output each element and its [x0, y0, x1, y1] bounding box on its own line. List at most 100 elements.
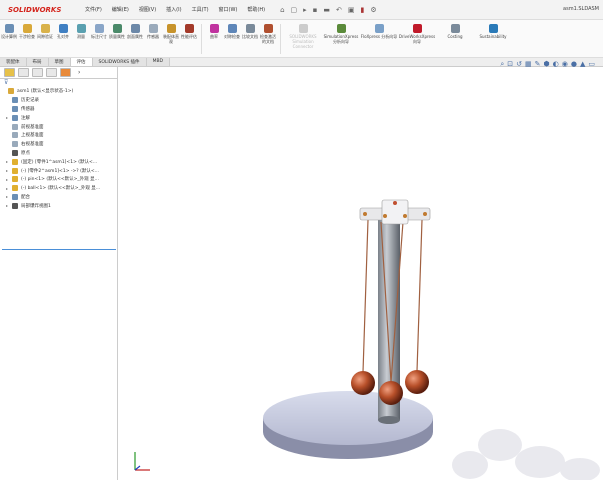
tree-node-icon	[12, 123, 18, 130]
tree-node-label: 传感器	[21, 106, 35, 112]
tree-node[interactable]: 原点	[0, 149, 117, 158]
tree-node[interactable]: ▸ (-) pin<1> (默认<<默认>_外观 显...	[0, 175, 117, 184]
tool-button[interactable]: 设计算例	[0, 24, 18, 39]
tool-button[interactable]: 比较文档	[241, 24, 259, 39]
tool-icon	[4, 24, 14, 33]
tree-node[interactable]: ▸ 注解	[0, 113, 117, 122]
panel-tabs: ›	[0, 67, 117, 79]
tree-node[interactable]: 前视基准面	[0, 122, 117, 131]
new-icon[interactable]: ▢	[291, 6, 298, 14]
tool-button[interactable]: 装配体直观	[162, 24, 180, 44]
tree-node[interactable]: ▸ 配合	[0, 193, 117, 202]
feature-manager-tab[interactable]	[4, 68, 15, 77]
tool-button[interactable]: SOLIDWORKS Simulation Connector	[284, 24, 322, 49]
tool-label: 性能评估	[181, 34, 197, 39]
tool-button[interactable]: 间隙验证	[36, 24, 54, 39]
display-manager-tab[interactable]	[60, 68, 71, 77]
pendulum-model[interactable]	[263, 199, 433, 459]
tool-label: 间隙验证	[37, 34, 53, 39]
menu-item[interactable]: 文件(F)	[80, 6, 107, 13]
tree-node-icon	[12, 114, 18, 121]
tree-node[interactable]: ▸ (-) [零件2^asm1]<1> ->? (默认<...	[0, 166, 117, 175]
tool-label: 测量	[77, 34, 85, 39]
tool-icon	[263, 24, 273, 33]
dimxpert-tab[interactable]	[46, 68, 57, 77]
tree-node[interactable]: ▸ (固定) [零件1^asm1]<1> (默认<...	[0, 157, 117, 166]
graphics-area[interactable]	[119, 67, 603, 480]
tab-2[interactable]: 草图	[48, 58, 71, 66]
tree-node-icon	[12, 202, 18, 209]
menu-bar: 文件(F) 编辑(E) 视图(V) 插入(I) 工具(T) 窗口(W) 帮助(H)	[80, 6, 270, 13]
tool-button[interactable]: 标注尺寸	[90, 24, 108, 39]
rebuild-icon[interactable]: ▮	[361, 6, 365, 14]
tab-3[interactable]: 评估	[70, 58, 93, 66]
tree-node[interactable]: 传感器	[0, 105, 117, 114]
options-icon[interactable]: ⚙	[370, 6, 376, 14]
tool-button[interactable]: 传感器	[144, 24, 162, 39]
tab-1[interactable]: 布局	[26, 58, 49, 66]
tool-button[interactable]: 性能评估	[180, 24, 198, 39]
tree-node-icon	[12, 132, 18, 139]
separator	[201, 24, 202, 54]
tree-node-label: (-) [零件2^asm1]<1> ->? (默认<...	[21, 168, 99, 174]
tool-button[interactable]: 检查激活的文档	[259, 24, 277, 44]
home-icon[interactable]: ⌂	[280, 6, 284, 14]
select-icon[interactable]: ▣	[348, 6, 355, 14]
solidworks-logo[interactable]: SOLIDWORKS	[0, 0, 80, 20]
tree-node[interactable]: ▸ 局部爆炸视图1	[0, 201, 117, 210]
tree-node[interactable]: 右视基准面	[0, 140, 117, 149]
tree-node[interactable]: ▸ (-) ball<1> (默认<<默认>_外观 显...	[0, 184, 117, 193]
tree-node[interactable]: asm1 (默认<显示状态-1>)	[0, 87, 117, 96]
tool-button[interactable]: FloXpress 分析向导	[360, 24, 398, 39]
tree-node-icon	[12, 167, 18, 174]
tab-0[interactable]: 装配体	[0, 58, 27, 66]
rollback-bar[interactable]	[2, 249, 116, 250]
configuration-manager-tab[interactable]	[32, 68, 43, 77]
tool-button[interactable]: DriveWorksXpress 向导	[398, 24, 436, 44]
tool-label: 标注尺寸	[91, 34, 107, 39]
tool-label: SOLIDWORKS Simulation Connector	[289, 34, 317, 49]
tree-node[interactable]: 历史记录	[0, 96, 117, 105]
chevron-right-icon[interactable]: ›	[78, 69, 80, 76]
tool-button[interactable]: 测量	[72, 24, 90, 39]
tree-node-icon	[12, 158, 18, 165]
tool-icon	[298, 24, 308, 33]
tool-icon	[40, 24, 50, 33]
tool-label: SimulationXpress 分析向导	[323, 34, 359, 44]
menu-item[interactable]: 工具(T)	[187, 6, 214, 13]
menu-item[interactable]: 编辑(E)	[107, 6, 134, 13]
command-manager: 设计算例 干涉检查 间隙验证 孔对齐 测量 标注尺寸 质量属性 剖面属性 传感器 装配体直观 性能评…	[0, 20, 603, 58]
tool-icon	[94, 24, 104, 33]
tool-icon	[336, 24, 346, 33]
tool-button[interactable]: SimulationXpress 分析向导	[322, 24, 360, 44]
tool-button[interactable]: 剖面属性	[126, 24, 144, 39]
tool-button[interactable]: 干涉检查	[18, 24, 36, 39]
property-manager-tab[interactable]	[18, 68, 29, 77]
save-icon[interactable]: ▪	[313, 6, 318, 14]
undo-icon[interactable]: ↶	[336, 6, 342, 14]
tool-label: DriveWorksXpress 向导	[398, 34, 436, 44]
tool-label: FloXpress 分析向导	[360, 34, 398, 39]
filter-icon[interactable]: ⊽	[0, 79, 117, 87]
tool-button[interactable]: Sustainability	[474, 24, 512, 39]
tool-label: 传感器	[147, 34, 159, 39]
menu-item[interactable]: 插入(I)	[161, 6, 186, 13]
tool-icon	[488, 24, 498, 33]
tool-button[interactable]: 质量属性	[108, 24, 126, 39]
tool-button[interactable]: 孔对齐	[54, 24, 72, 39]
menu-item[interactable]: 视图(V)	[134, 6, 161, 13]
tool-icon	[76, 24, 86, 33]
tool-button[interactable]: 对称检查	[223, 24, 241, 39]
tool-button[interactable]: Costing	[436, 24, 474, 39]
tree-node-label: (-) pin<1> (默认<<默认>_外观 显...	[21, 177, 99, 183]
menu-item[interactable]: 帮助(H)	[242, 6, 270, 13]
tool-icon	[112, 24, 122, 33]
tree-node[interactable]: 上视基准面	[0, 131, 117, 140]
tool-button[interactable]: 曲率	[205, 24, 223, 39]
tab-4[interactable]: SOLIDWORKS 插件	[92, 58, 147, 66]
print-icon[interactable]: ▬	[323, 6, 330, 14]
tool-icon	[148, 24, 158, 33]
menu-item[interactable]: 窗口(W)	[214, 6, 243, 13]
tab-5[interactable]: MBD	[146, 58, 170, 66]
open-icon[interactable]: ▸	[303, 6, 307, 14]
